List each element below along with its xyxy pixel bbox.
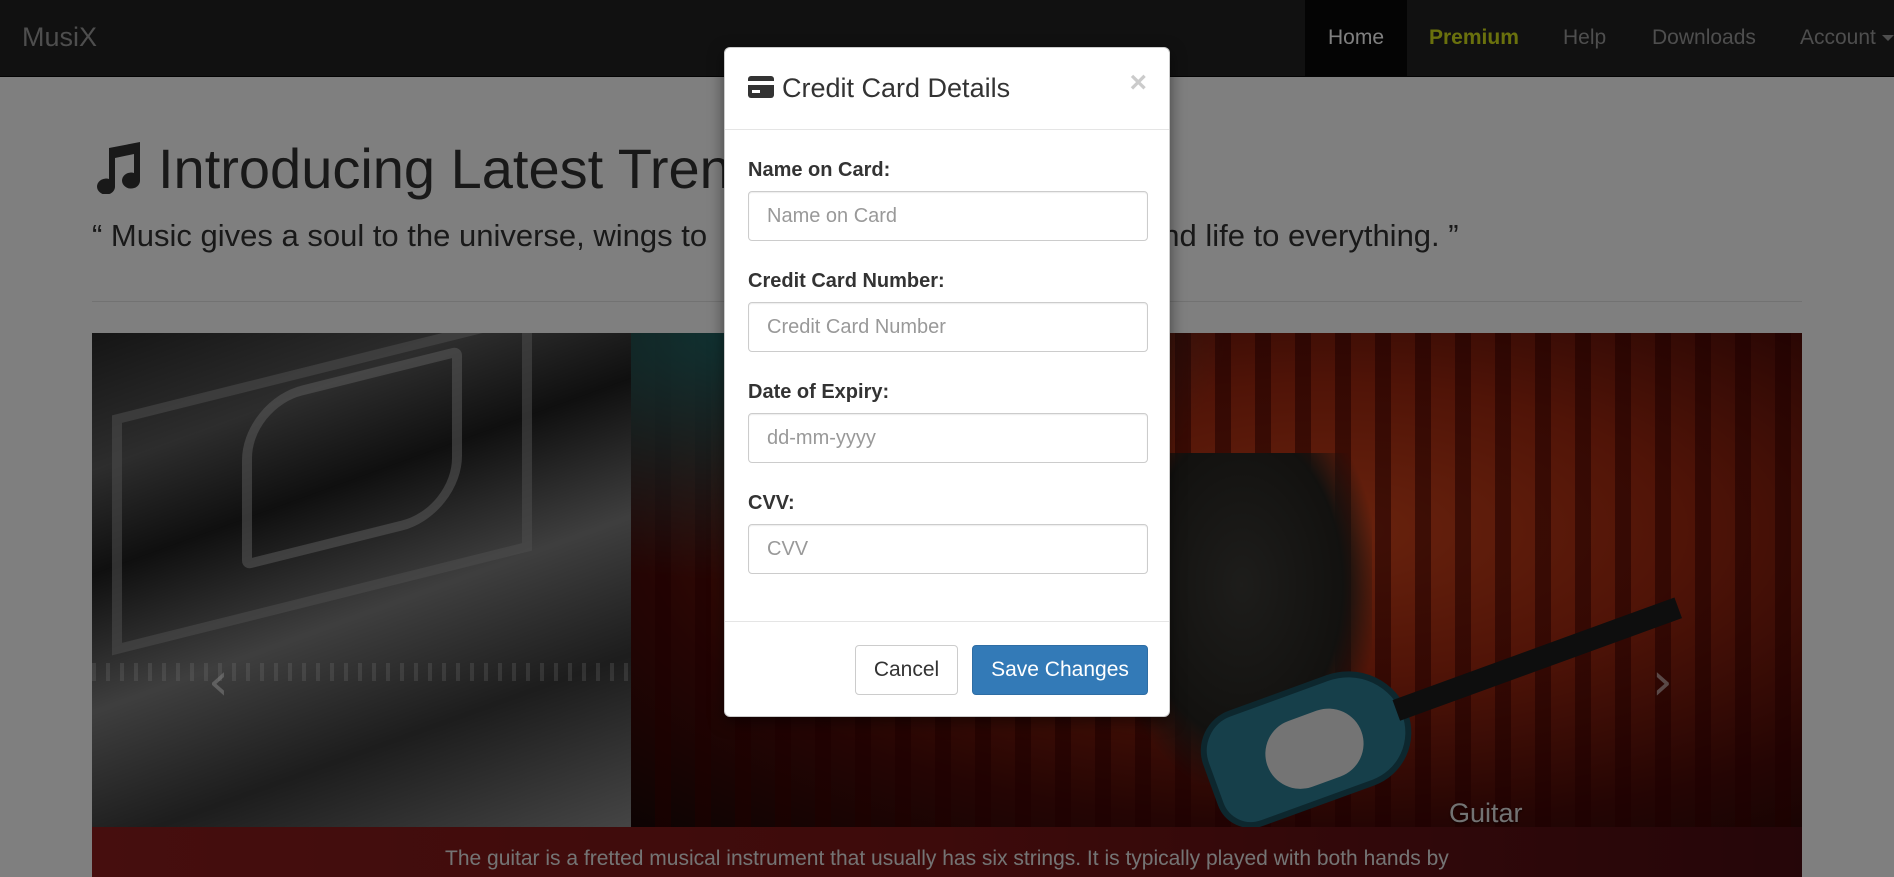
close-button[interactable]: × [1129, 68, 1147, 98]
modal-header: Credit Card Details × [725, 48, 1169, 130]
expiry-date-input[interactable] [748, 413, 1148, 463]
modal-title-text: Credit Card Details [782, 73, 1011, 103]
modal-title: Credit Card Details [748, 73, 1010, 104]
cancel-button[interactable]: Cancel [855, 645, 958, 695]
save-changes-button[interactable]: Save Changes [972, 645, 1148, 695]
name-on-card-label: Name on Card: [748, 159, 891, 181]
credit-card-modal: Credit Card Details × Name on Card: Cred… [724, 47, 1170, 717]
expiry-date-label: Date of Expiry: [748, 381, 890, 403]
cvv-label: CVV: [748, 492, 795, 514]
credit-card-icon [748, 76, 774, 98]
card-number-input[interactable] [748, 302, 1148, 352]
cvv-input[interactable] [748, 524, 1148, 574]
card-number-label: Credit Card Number: [748, 270, 945, 292]
name-on-card-input[interactable] [748, 191, 1148, 241]
